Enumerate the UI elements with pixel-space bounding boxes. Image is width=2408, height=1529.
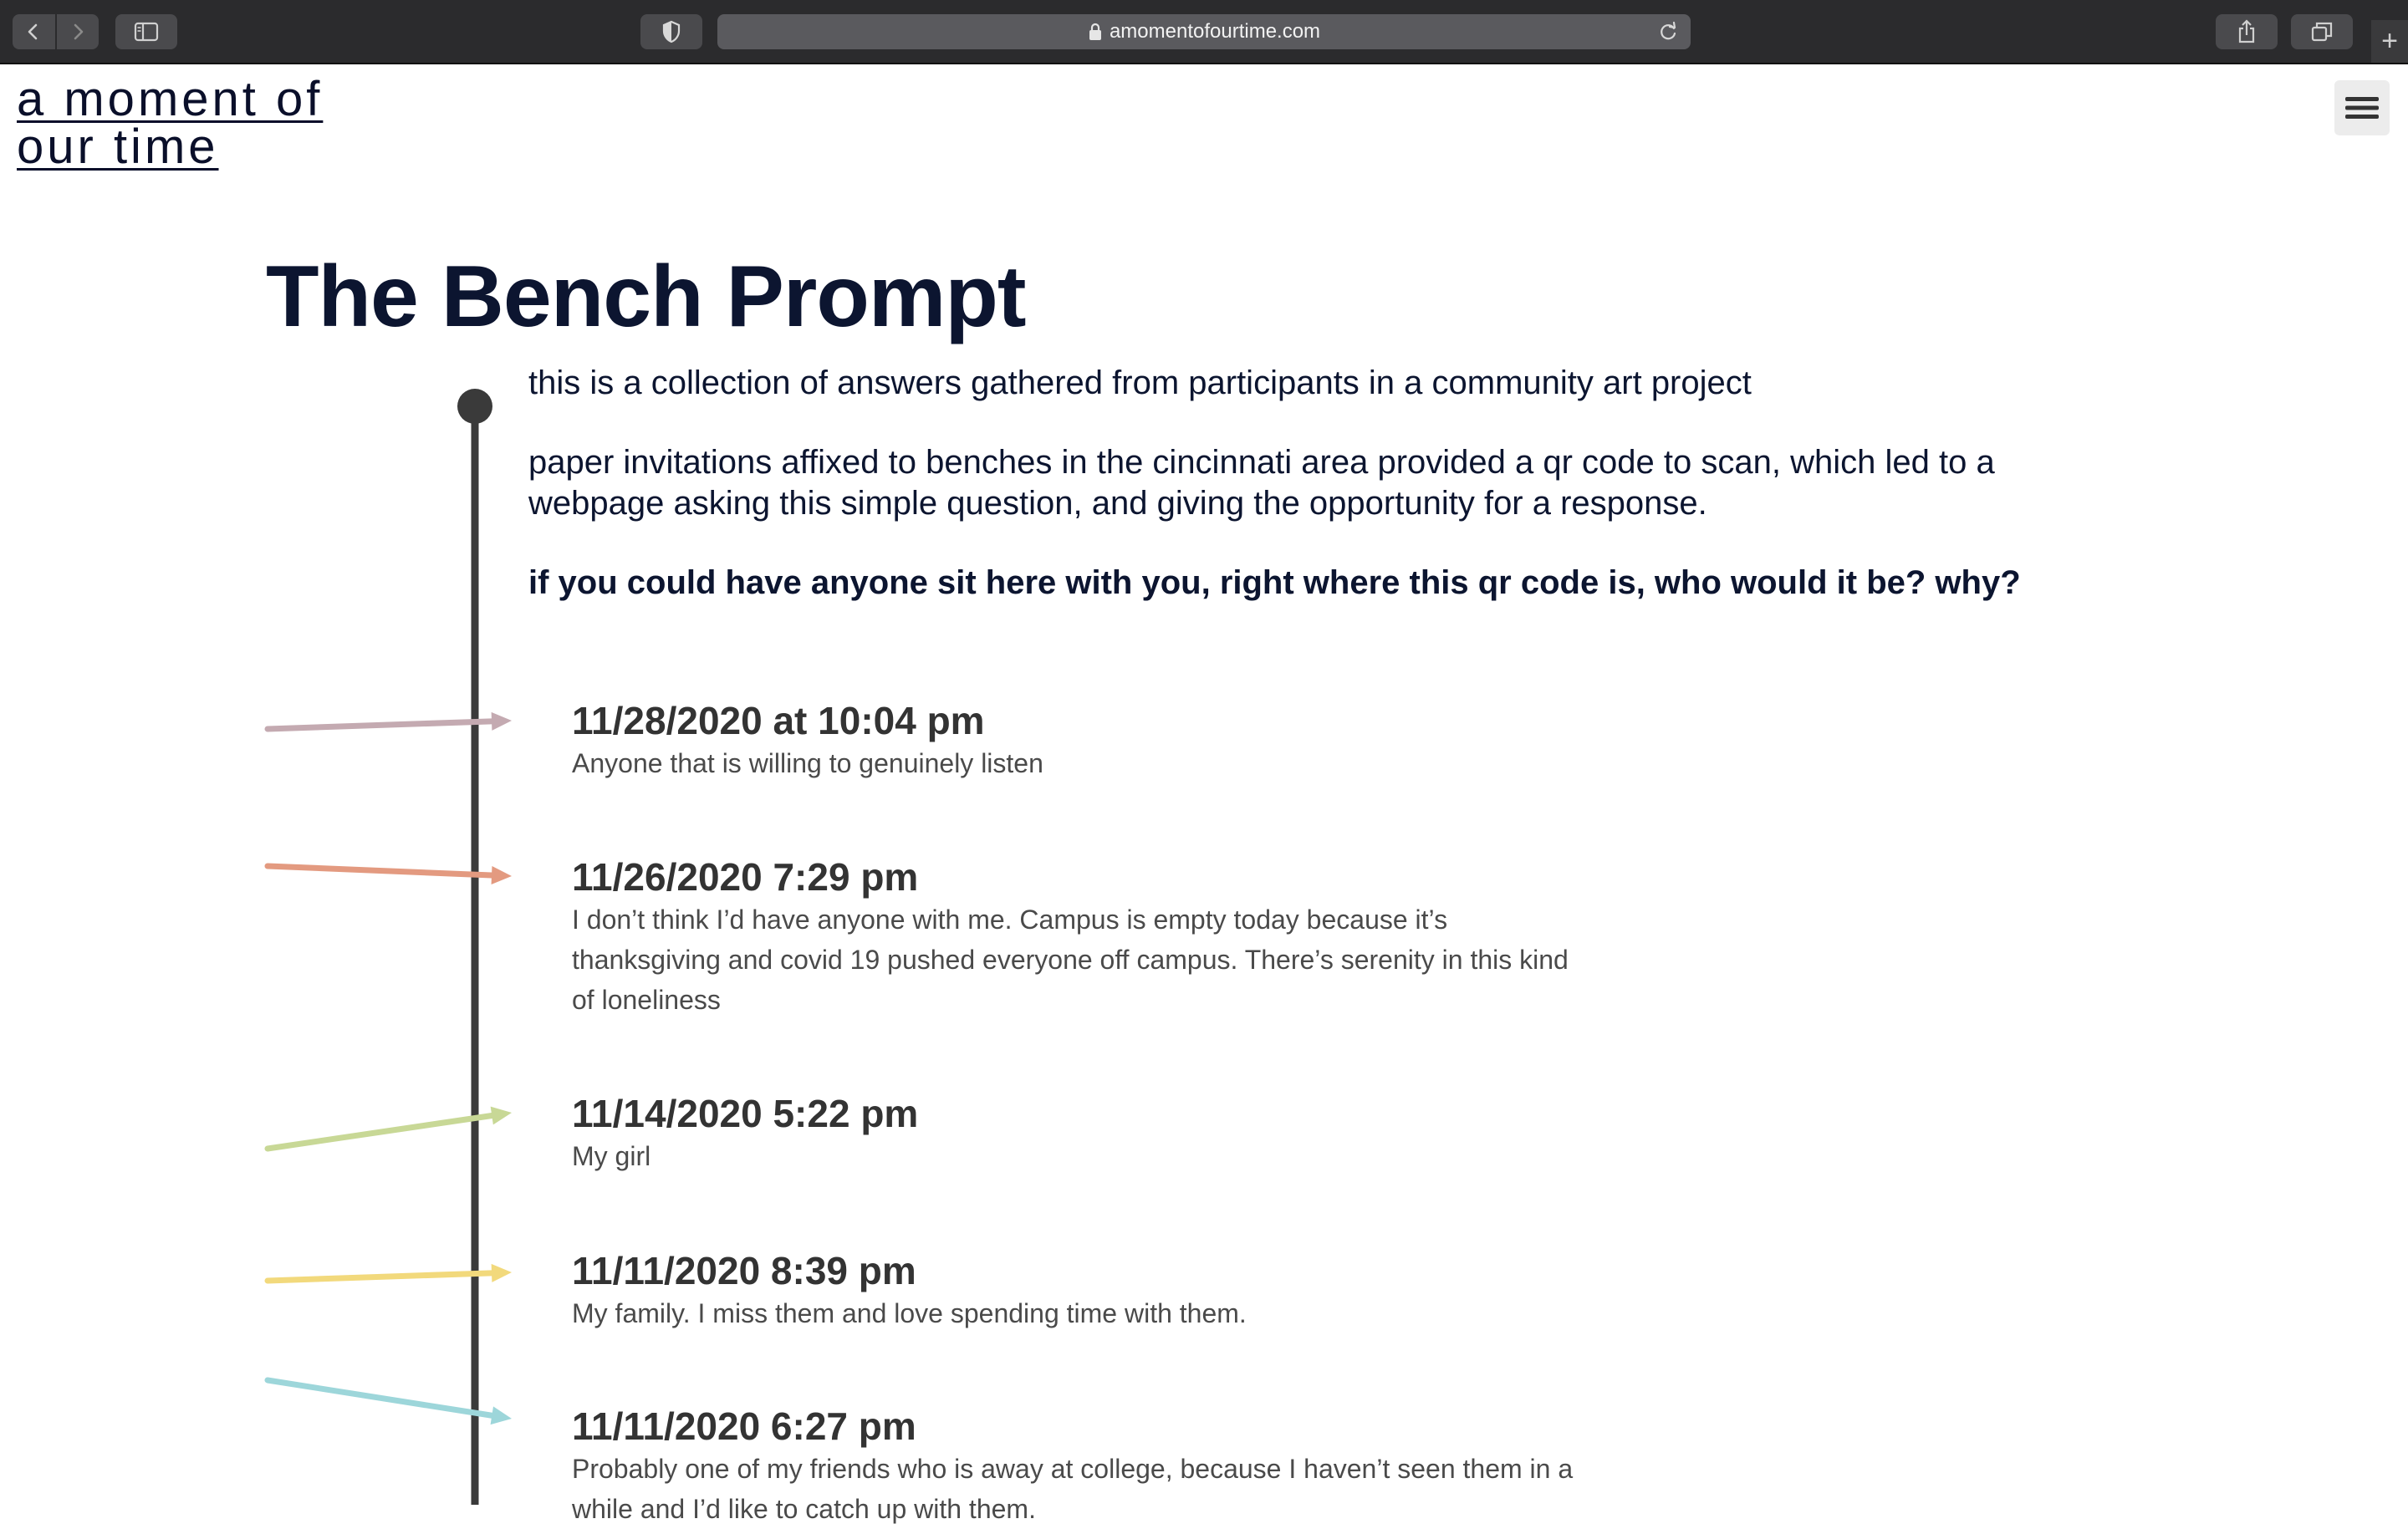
response-entry: 11/11/2020 8:39 pm My family. I miss the… (572, 1249, 1575, 1333)
entry-date: 11/28/2020 at 10:04 pm (572, 699, 985, 742)
intro-text: this is a collection of answers gathered… (528, 364, 1752, 401)
entry-date: 11/26/2020 7:29 pm (572, 855, 919, 899)
entry-date: 11/11/2020 8:39 pm (572, 1249, 916, 1292)
response-entry: 11/14/2020 5:22 pm My girl (572, 1092, 1575, 1176)
response-entry: 11/26/2020 7:29 pm I don’t think I’d hav… (572, 855, 1575, 1020)
timeline-arrowhead (491, 711, 512, 731)
entry-text: My girl (572, 1141, 651, 1171)
entry-text: I don’t think I’d have anyone with me. C… (572, 905, 1569, 1015)
timeline-arrow (264, 1270, 495, 1284)
entry-date: 11/11/2020 6:27 pm (572, 1404, 916, 1448)
response-entry: 11/28/2020 at 10:04 pm Anyone that is wi… (572, 699, 1575, 783)
timeline-arrow (264, 718, 495, 732)
bench-question: if you could have anyone sit here with y… (528, 564, 2021, 601)
intro-text: paper invitations affixed to benches in … (528, 444, 1995, 522)
entry-text: Anyone that is willing to genuinely list… (572, 748, 1043, 778)
timeline-arrowhead (491, 866, 512, 885)
timeline-arrow (264, 1377, 495, 1419)
entry-text: Probably one of my friends who is away a… (572, 1454, 1574, 1524)
response-entry: 11/11/2020 6:27 pm Probably one of my fr… (572, 1404, 1575, 1529)
entry-text: My family. I miss them and love spending… (572, 1298, 1247, 1328)
timeline-arrow (264, 1112, 495, 1152)
timeline-arrowhead (491, 1263, 512, 1282)
timeline-start-dot (457, 389, 492, 424)
timeline-arrow (264, 863, 495, 879)
timeline-arrowhead (490, 1106, 512, 1125)
entry-date: 11/14/2020 5:22 pm (572, 1092, 919, 1135)
timeline-arrowhead (490, 1406, 512, 1425)
